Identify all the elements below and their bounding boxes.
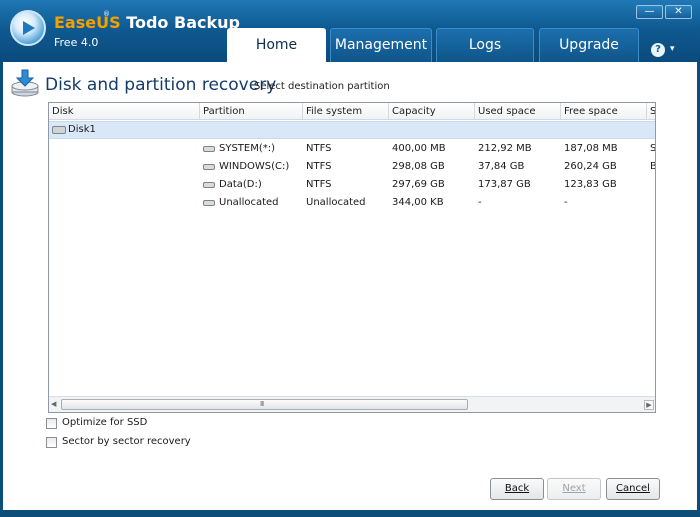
- disk-icon: [52, 126, 66, 134]
- disk-label: Disk1: [68, 124, 96, 135]
- tab-management[interactable]: Management: [330, 28, 432, 62]
- sector-recovery-checkbox[interactable]: [46, 437, 57, 448]
- registered-mark: ®: [103, 10, 110, 18]
- table-header: Disk Partition File system Capacity Used…: [49, 103, 655, 120]
- partition-name: Unallocated: [219, 197, 279, 208]
- column-header-disk[interactable]: Disk: [49, 103, 200, 120]
- app-logo-icon: [10, 10, 46, 46]
- next-button[interactable]: Next: [547, 478, 601, 500]
- minimize-button[interactable]: —: [636, 5, 663, 19]
- table-row[interactable]: Unallocated Unallocated 344,00 KB - -: [49, 194, 655, 212]
- main-panel: Disk and partition recovery Select desti…: [3, 62, 697, 510]
- help-dropdown-icon[interactable]: ▾: [670, 44, 675, 54]
- partition-name: WINDOWS(C:): [219, 161, 290, 172]
- capacity: 400,00 MB: [392, 143, 446, 154]
- table-row[interactable]: SYSTEM(*:) NTFS 400,00 MB 212,92 MB 187,…: [49, 140, 655, 158]
- capacity: 344,00 KB: [392, 197, 444, 208]
- status: S: [650, 143, 656, 154]
- disk-row[interactable]: Disk1: [49, 121, 655, 139]
- column-header-capacity[interactable]: Capacity: [389, 103, 475, 120]
- tab-home[interactable]: Home: [227, 28, 326, 62]
- sector-recovery-label: Sector by sector recovery: [62, 436, 191, 447]
- used-space: 173,87 GB: [478, 179, 531, 190]
- drive-icon: [203, 146, 215, 152]
- column-header-status[interactable]: S: [647, 103, 655, 120]
- file-system: NTFS: [306, 179, 332, 190]
- back-button[interactable]: Back: [490, 478, 544, 500]
- column-header-partition[interactable]: Partition: [200, 103, 303, 120]
- scrollbar-grip-icon: III: [260, 400, 264, 408]
- free-space: -: [564, 197, 568, 208]
- help-icon[interactable]: ?: [651, 43, 665, 57]
- sector-recovery-option[interactable]: Sector by sector recovery: [46, 436, 226, 450]
- close-button[interactable]: ✕: [665, 5, 692, 19]
- drive-icon: [203, 164, 215, 170]
- scroll-left-icon[interactable]: ◀: [51, 400, 56, 408]
- capacity: 297,69 GB: [392, 179, 445, 190]
- partition-name: Data(D:): [219, 179, 262, 190]
- free-space: 260,24 GB: [564, 161, 617, 172]
- used-space: 37,84 GB: [478, 161, 525, 172]
- tab-upgrade[interactable]: Upgrade: [539, 28, 639, 62]
- optimize-ssd-checkbox[interactable]: [46, 418, 57, 429]
- column-header-free-space[interactable]: Free space: [561, 103, 647, 120]
- drive-icon: [203, 182, 215, 188]
- file-system: Unallocated: [306, 197, 366, 208]
- column-header-file-system[interactable]: File system: [303, 103, 389, 120]
- free-space: 187,08 MB: [564, 143, 618, 154]
- scrollbar-thumb[interactable]: III: [61, 399, 468, 410]
- title-bar: EaseUS Todo Backup ® Free 4.0 — ✕ Home M…: [0, 0, 700, 62]
- cancel-button[interactable]: Cancel: [606, 478, 660, 500]
- app-edition: Free 4.0: [54, 36, 99, 49]
- used-space: 212,92 MB: [478, 143, 532, 154]
- brand-name: EaseUS: [54, 13, 121, 32]
- optimize-ssd-option[interactable]: Optimize for SSD: [46, 417, 186, 431]
- optimize-ssd-label: Optimize for SSD: [62, 417, 148, 428]
- free-space: 123,83 GB: [564, 179, 617, 190]
- drive-icon: [203, 200, 215, 206]
- product-name: Todo Backup: [120, 13, 240, 32]
- page-title: Disk and partition recovery: [45, 75, 277, 95]
- table-row[interactable]: WINDOWS(C:) NTFS 298,08 GB 37,84 GB 260,…: [49, 158, 655, 176]
- app-name: EaseUS Todo Backup: [54, 13, 240, 32]
- page-subtitle: Select destination partition: [254, 81, 390, 92]
- capacity: 298,08 GB: [392, 161, 445, 172]
- scroll-right-icon[interactable]: ▶: [644, 400, 654, 410]
- tab-logs[interactable]: Logs: [436, 28, 534, 62]
- status: B: [650, 161, 655, 172]
- horizontal-scrollbar[interactable]: ◀ III ▶: [49, 396, 655, 412]
- file-system: NTFS: [306, 161, 332, 172]
- used-space: -: [478, 197, 482, 208]
- table-row[interactable]: Data(D:) NTFS 297,69 GB 173,87 GB 123,83…: [49, 176, 655, 194]
- disk-recovery-icon: [11, 69, 39, 97]
- partition-table: Disk Partition File system Capacity Used…: [48, 102, 656, 413]
- file-system: NTFS: [306, 143, 332, 154]
- column-header-used-space[interactable]: Used space: [475, 103, 561, 120]
- partition-name: SYSTEM(*:): [219, 143, 276, 154]
